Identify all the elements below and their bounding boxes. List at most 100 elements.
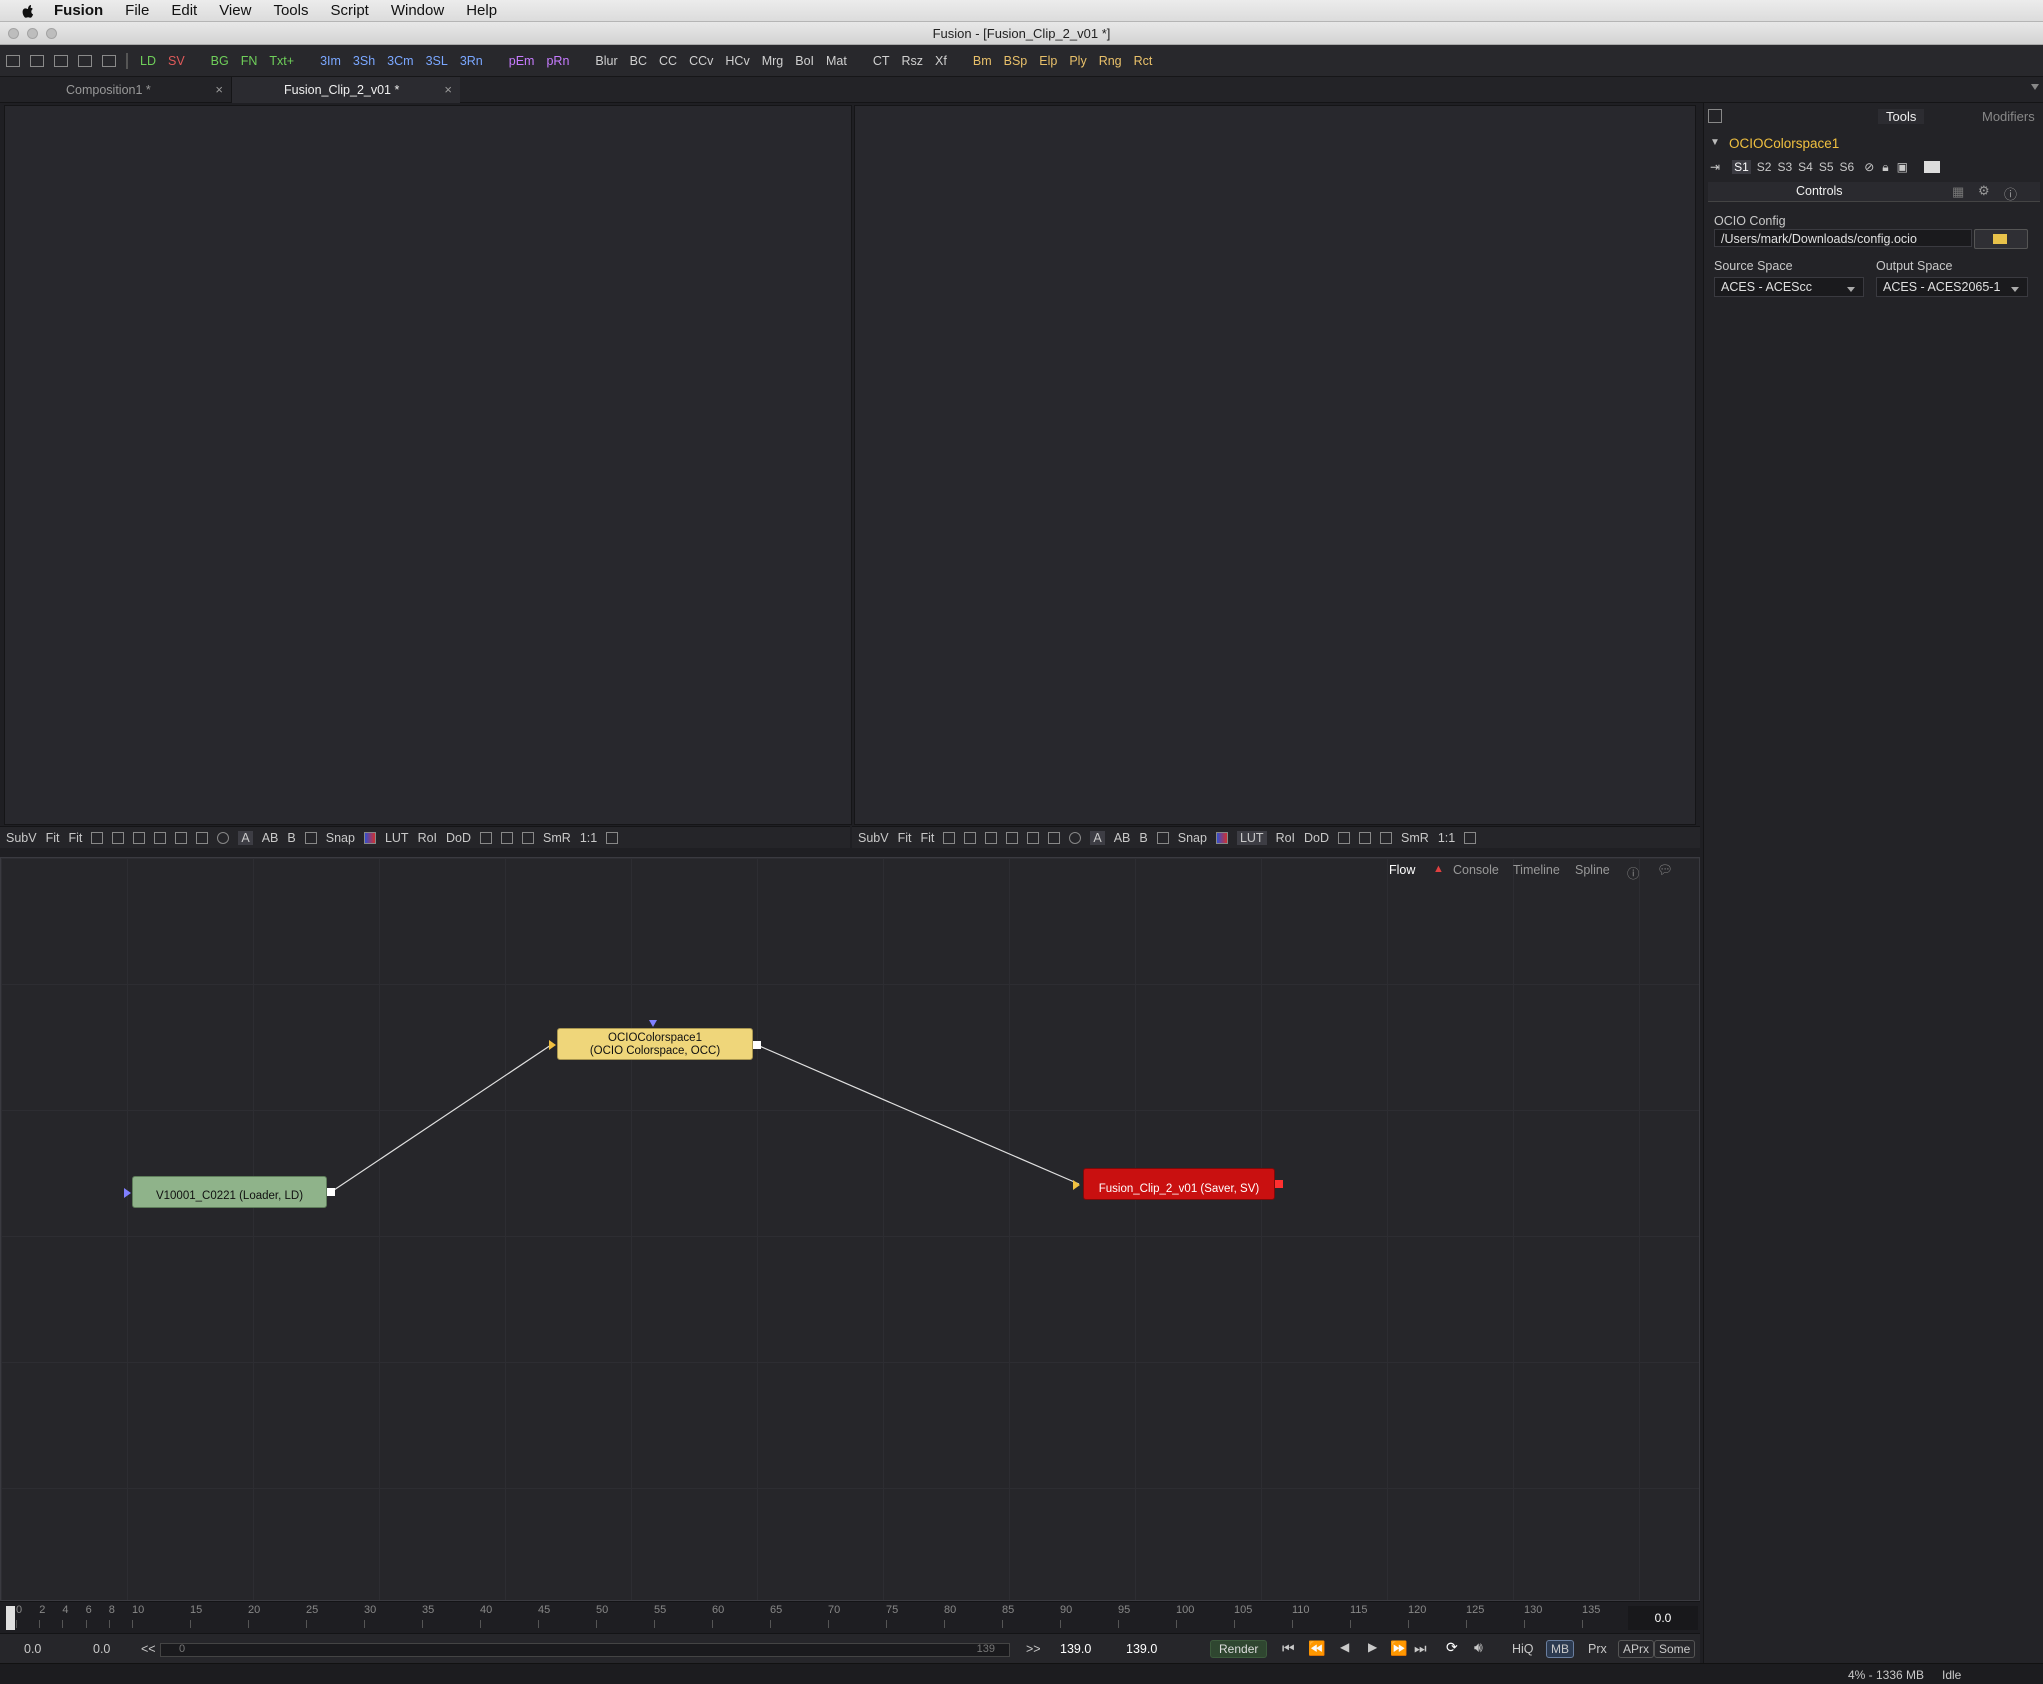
tool-button-3sl[interactable]: 3SL [426,54,448,68]
tool-button-elp[interactable]: Elp [1039,54,1057,68]
rectangle-icon[interactable] [196,831,209,844]
roi-button[interactable]: RoI [1276,831,1295,845]
gear-icon[interactable]: ⚙ [1978,183,1990,199]
buffer-b-button[interactable]: B [287,831,295,845]
tool-button-rng[interactable]: Rng [1099,54,1122,68]
pen-icon[interactable] [175,831,188,844]
color-channel-icon[interactable] [1215,831,1228,844]
buffer-ab-button[interactable]: AB [262,831,279,845]
go-to-end-icon[interactable]: ⏭ [1414,1640,1427,1657]
dod-button[interactable]: DoD [1304,831,1329,845]
render-button[interactable]: Render [1210,1640,1268,1658]
ratio-button[interactable]: 1:1 [1438,831,1455,845]
node-saver[interactable]: Fusion_Clip_2_v01 (Saver, SV) [1083,1168,1275,1200]
input-port[interactable] [549,1040,556,1050]
histogram-icon[interactable] [1464,831,1477,844]
tool-button-pem[interactable]: pEm [509,54,535,68]
subview-button[interactable]: SubV [6,831,37,845]
tab-tools[interactable]: Tools [1878,109,1925,124]
smr-button[interactable]: SmR [1401,831,1429,845]
output-port[interactable] [753,1041,761,1049]
snap-button[interactable]: Snap [326,831,355,845]
browse-button[interactable] [1974,229,2028,249]
node-ocio-colorspace[interactable]: OCIOColorspace1 (OCIO Colorspace, OCC) [557,1028,753,1060]
layout-single-icon[interactable] [6,54,20,67]
tool-button-rsz[interactable]: Rsz [902,54,924,68]
layout-quad-icon[interactable] [78,54,92,67]
info-icon[interactable]: ⓘ [2004,184,2017,203]
tool-button-bm[interactable]: Bm [973,54,992,68]
curve-icon[interactable] [943,831,956,844]
histogram-icon[interactable] [606,831,619,844]
proxy-icon[interactable] [1359,831,1372,844]
menu-help[interactable]: Help [466,2,497,19]
range-back-button[interactable]: << [141,1642,156,1656]
current-time-field[interactable]: 0.0 [1628,1606,1698,1630]
tool-button-ccv[interactable]: CCv [689,54,713,68]
fit-button[interactable]: Fit [920,831,934,845]
ocio-config-field[interactable]: /Users/mark/Downloads/config.ocio [1714,229,1972,247]
lut-button[interactable]: LUT [385,831,409,845]
bypass-icon[interactable]: ⊘ [1864,160,1874,174]
step-forward-icon[interactable]: ⏩ [1390,1640,1407,1657]
flow-view[interactable]: Flow ▲ Console Timeline Spline ⓘ 💬︎ V100… [0,857,1700,1601]
menu-script[interactable]: Script [330,2,368,19]
viewer-left[interactable] [4,105,852,825]
output-port[interactable] [327,1188,335,1196]
input-port[interactable] [124,1188,131,1198]
lut-button[interactable]: LUT [1236,830,1267,845]
tool-button-ply[interactable]: Ply [1069,54,1086,68]
menu-file[interactable]: File [125,2,149,19]
panel-toggle-icon[interactable] [1708,109,1722,123]
tool-button-3rn[interactable]: 3Rn [460,54,483,68]
roi-button[interactable]: RoI [418,831,437,845]
tool-button-fn[interactable]: FN [241,54,258,68]
save-icon[interactable]: ▣ [1897,160,1908,174]
output-port[interactable] [1275,1180,1283,1188]
tool-button-ld[interactable]: LD [140,54,156,68]
step-back-icon[interactable]: ⏪ [1308,1640,1325,1657]
tab-modifiers[interactable]: Modifiers [1982,109,2035,124]
checker-icon[interactable] [522,831,535,844]
global-end-field[interactable]: 139.0 [1126,1642,1157,1656]
pin-icon[interactable]: ⇥ [1710,160,1720,174]
apple-logo-icon[interactable] [20,3,36,19]
tab-fusion-clip[interactable]: Fusion_Clip_2_v01 * × [232,77,460,103]
node-name-header[interactable]: OCIOColorspace1 [1729,136,1839,151]
menu-view[interactable]: View [219,2,251,19]
grid-icon[interactable] [133,831,146,844]
guide-icon[interactable] [964,831,977,844]
smr-button[interactable]: SmR [543,831,571,845]
loop-icon[interactable]: ⟳ [1446,1639,1458,1656]
tool-button-mat[interactable]: Mat [826,54,847,68]
render-end-field[interactable]: 139.0 [1060,1642,1091,1656]
output-space-dropdown[interactable]: ACES - ACES2065-1 [1876,277,2028,297]
subview-button[interactable]: SubV [858,831,889,845]
tool-button-hcv[interactable]: HCv [725,54,749,68]
tool-button-3im[interactable]: 3Im [320,54,341,68]
proxy-icon[interactable] [501,831,514,844]
pen-icon[interactable] [1027,831,1040,844]
tool-button-bc[interactable]: BC [630,54,647,68]
tool-button-bg[interactable]: BG [211,54,229,68]
slot-button[interactable]: S5 [1819,160,1834,174]
circle-icon[interactable] [217,831,230,844]
tool-button-cc[interactable]: CC [659,54,677,68]
go-to-start-icon[interactable]: ⏮ [1282,1640,1295,1657]
color-swatch-icon[interactable] [1923,161,1940,173]
tool-button-ct[interactable]: CT [873,54,890,68]
rectangle-icon[interactable] [1048,831,1061,844]
tool-button-rct[interactable]: Rct [1134,54,1153,68]
render-start-field[interactable]: 0.0 [93,1642,110,1656]
range-slider[interactable]: 0 139 [160,1643,1010,1657]
menu-edit[interactable]: Edit [171,2,197,19]
tool-button-blur[interactable]: Blur [595,54,617,68]
circle-icon[interactable] [1069,831,1082,844]
tool-button-3sh[interactable]: 3Sh [353,54,375,68]
range-forward-button[interactable]: >> [1026,1642,1041,1656]
tool-button-txt[interactable]: Txt+ [269,54,294,68]
fit-button[interactable]: Fit [898,831,912,845]
modifier-icon[interactable]: ▦ [1952,184,1964,200]
fit-button[interactable]: Fit [68,831,82,845]
menu-window[interactable]: Window [391,2,444,19]
